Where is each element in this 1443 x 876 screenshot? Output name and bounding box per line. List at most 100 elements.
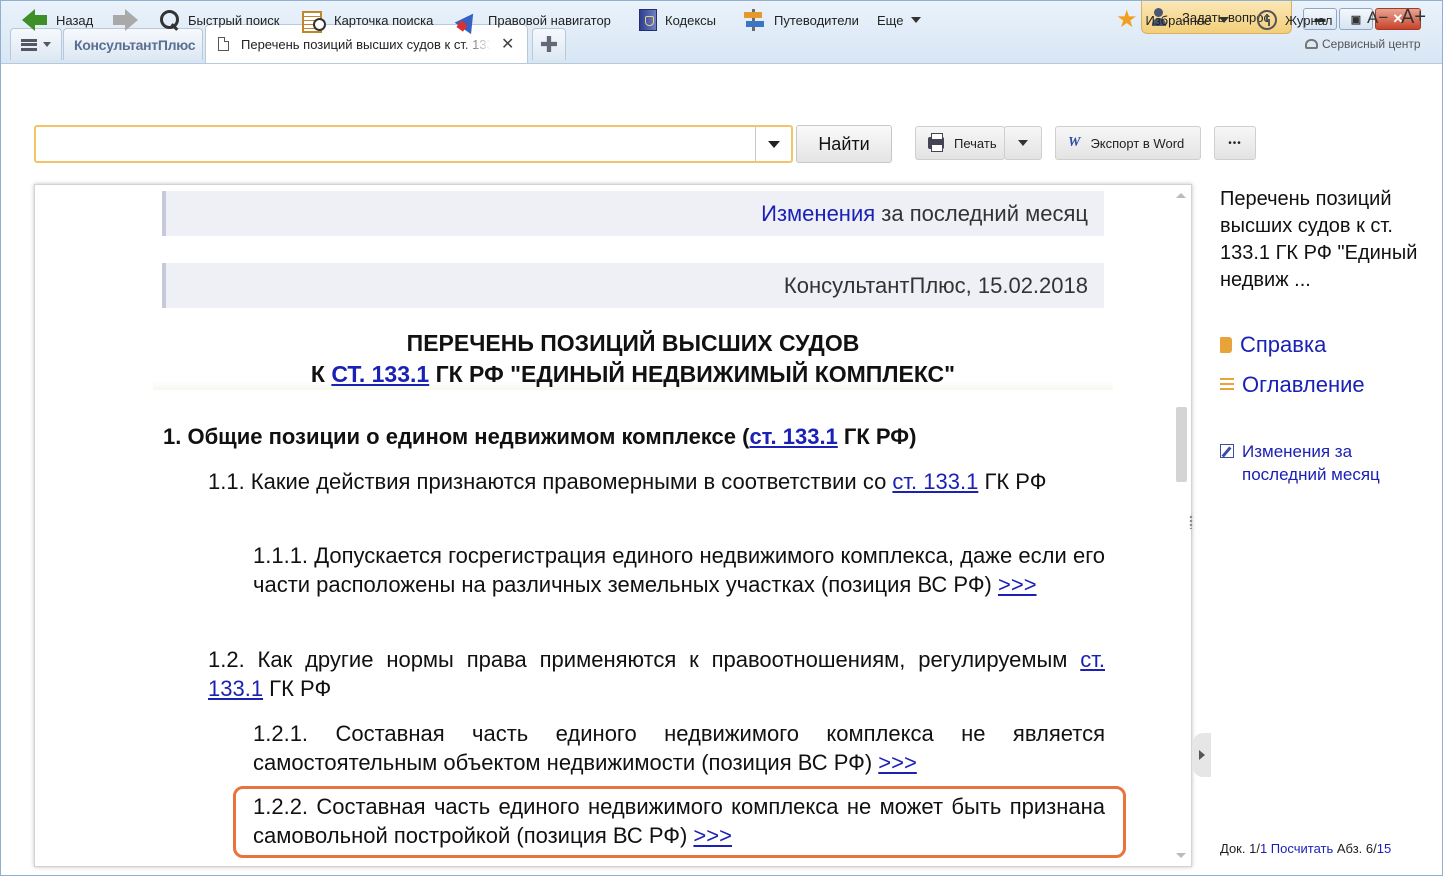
highlight-annotation — [233, 786, 1126, 858]
word-icon: W — [1068, 135, 1081, 150]
more-actions-button[interactable]: ••• — [1214, 126, 1256, 160]
main-toolbar — [1, 63, 1442, 102]
count-link[interactable]: Посчитать — [1271, 841, 1333, 856]
tab-home-label: КонсультантПлюс — [74, 36, 196, 53]
section-1-1-1: 1.1.1. Допускается госрегистрация единог… — [253, 541, 1105, 599]
changes-month-label: Изменения за последний месяц — [1242, 442, 1380, 484]
document-icon — [218, 37, 229, 51]
print-options-dropdown[interactable] — [1004, 126, 1042, 160]
search-input[interactable] — [38, 129, 756, 159]
s121-more-link[interactable]: >>> — [878, 750, 917, 775]
font-larger-button[interactable]: A+ — [1401, 6, 1426, 29]
source-info-bar: КонсультантПлюс, 15.02.2018 — [162, 263, 1104, 308]
changes-rest-text: за последний месяц — [875, 200, 1088, 226]
printer-icon — [928, 133, 944, 152]
legal-navigator-button[interactable]: Правовой навигатор — [456, 8, 611, 32]
status-bar: Док. 1/1 Посчитать Абз. 6/15 — [1220, 841, 1391, 856]
quick-search-button[interactable]: Быстрый поиск — [158, 8, 280, 32]
s1-suffix: ГК РФ) — [837, 424, 917, 449]
tab-close-icon[interactable]: ✕ — [501, 34, 514, 54]
section-1-heading: 1. Общие позиции о едином недвижимом ком… — [163, 422, 1108, 451]
book-icon — [1220, 337, 1232, 353]
section-1-2-1: 1.2.1. Составная часть единого недвижимо… — [253, 719, 1105, 777]
chevron-down-icon — [767, 140, 780, 148]
favorites-button[interactable]: ★ Избранное — [1116, 6, 1230, 33]
back-arrow-icon — [22, 9, 48, 31]
edit-icon — [1220, 444, 1234, 458]
scroll-up-icon[interactable] — [1176, 193, 1186, 198]
document-view[interactable]: Изменения за последний месяц Консультант… — [34, 184, 1192, 867]
chevron-down-icon — [911, 17, 922, 23]
s11-suffix: ГК РФ — [978, 469, 1047, 494]
main-menu-button[interactable] — [10, 28, 62, 60]
search-history-dropdown[interactable] — [755, 127, 791, 161]
s11-article-link[interactable]: ст. 133.1 — [892, 469, 978, 494]
s11-prefix: 1.1. Какие действия признаются правомерн… — [208, 469, 893, 494]
favorites-label: Избранное — [1145, 12, 1212, 28]
navigator-icon — [456, 8, 480, 32]
contents-link-label: Оглавление — [1242, 372, 1365, 397]
contents-link[interactable]: Оглавление — [1220, 372, 1365, 398]
guides-button[interactable]: Путеводители — [742, 8, 859, 32]
print-button[interactable]: Печать — [915, 126, 1005, 160]
changes-link[interactable]: Изменения — [761, 201, 875, 227]
search-box — [34, 125, 793, 163]
status-para-label: Абз. 6/ — [1333, 841, 1377, 856]
status-para-total[interactable]: 15 — [1377, 841, 1391, 856]
forward-button[interactable] — [112, 8, 138, 32]
font-smaller-button[interactable]: A− — [1367, 8, 1388, 28]
help-link-label: Справка — [1240, 332, 1327, 357]
s121-text: 1.2.1. Составная часть единого недвижимо… — [253, 721, 1105, 775]
signpost-icon — [742, 9, 766, 31]
chevron-down-icon — [43, 42, 51, 47]
help-link[interactable]: Справка — [1220, 332, 1326, 358]
status-doc-total[interactable]: 1 — [1260, 841, 1267, 856]
changes-month-link[interactable]: Изменения за последний месяц — [1220, 440, 1402, 486]
document-title: ПЕРЕЧЕНЬ ПОЗИЦИЙ ВЫСШИХ СУДОВ К СТ. 133.… — [153, 328, 1113, 390]
hamburger-icon — [21, 38, 37, 51]
forward-arrow-icon — [112, 9, 138, 31]
s111-text: 1.1.1. Допускается госрегистрация единог… — [253, 543, 1105, 597]
document-title-line1: ПЕРЕЧЕНЬ ПОЗИЦИЙ ВЫСШИХ СУДОВ — [406, 330, 860, 356]
codes-button[interactable]: Кодексы — [639, 8, 716, 32]
title-suffix: ГК РФ "ЕДИНЫЙ НЕДВИЖИМЫЙ КОМПЛЕКС" — [429, 361, 956, 387]
phone-icon — [1305, 39, 1318, 49]
scroll-down-icon[interactable] — [1176, 853, 1186, 858]
new-tab-button[interactable]: ✚ — [532, 28, 566, 60]
tab-home[interactable]: КонсультантПлюс — [63, 28, 203, 60]
quick-search-label: Быстрый поиск — [188, 12, 280, 28]
guides-label: Путеводители — [774, 12, 859, 28]
search-card-button[interactable]: Карточка поиска — [302, 8, 433, 33]
search-icon — [158, 9, 180, 31]
find-button[interactable]: Найти — [796, 125, 892, 163]
right-panel-doc-title: Перечень позиций высших судов к ст. 133.… — [1220, 188, 1418, 291]
title-article-link[interactable]: СТ. 133.1 — [331, 361, 429, 387]
changes-info-bar: Изменения за последний месяц — [162, 191, 1104, 236]
s111-more-link[interactable]: >>> — [998, 572, 1037, 597]
chevron-down-icon — [1018, 140, 1028, 146]
more-menu-button[interactable]: Еще — [877, 8, 922, 32]
document-title-line2: К СТ. 133.1 ГК РФ "ЕДИНЫЙ НЕДВИЖИМЫЙ КОМ… — [153, 359, 1113, 390]
back-label: Назад — [56, 12, 94, 28]
section-1-1: 1.1. Какие действия признаются правомерн… — [208, 467, 1105, 496]
chevron-down-icon — [1219, 17, 1230, 23]
back-button[interactable]: Назад — [22, 8, 93, 32]
scrollbar-thumb[interactable] — [1176, 407, 1187, 482]
title-prefix: К — [310, 361, 332, 387]
s1-article-link[interactable]: ст. 133.1 — [749, 424, 837, 449]
panel-splitter-handle[interactable] — [1188, 515, 1194, 529]
s12-suffix: ГК РФ — [263, 676, 332, 701]
history-clock-icon — [1257, 10, 1277, 30]
export-word-label: Экспорт в Word — [1090, 135, 1185, 151]
journal-button[interactable]: Журнал — [1257, 8, 1332, 32]
list-icon — [1220, 378, 1234, 392]
codes-label: Кодексы — [665, 12, 717, 28]
export-word-button[interactable]: W Экспорт в Word — [1055, 126, 1201, 160]
source-date: КонсультантПлюс, 15.02.2018 — [783, 272, 1088, 298]
journal-label: Журнал — [1285, 12, 1333, 28]
service-center-link[interactable]: Сервисный центр — [1305, 37, 1421, 51]
more-label: Еще — [877, 12, 904, 28]
chevron-right-icon — [1199, 750, 1205, 760]
star-icon: ★ — [1116, 6, 1138, 33]
collapse-panel-button[interactable] — [1193, 733, 1211, 777]
